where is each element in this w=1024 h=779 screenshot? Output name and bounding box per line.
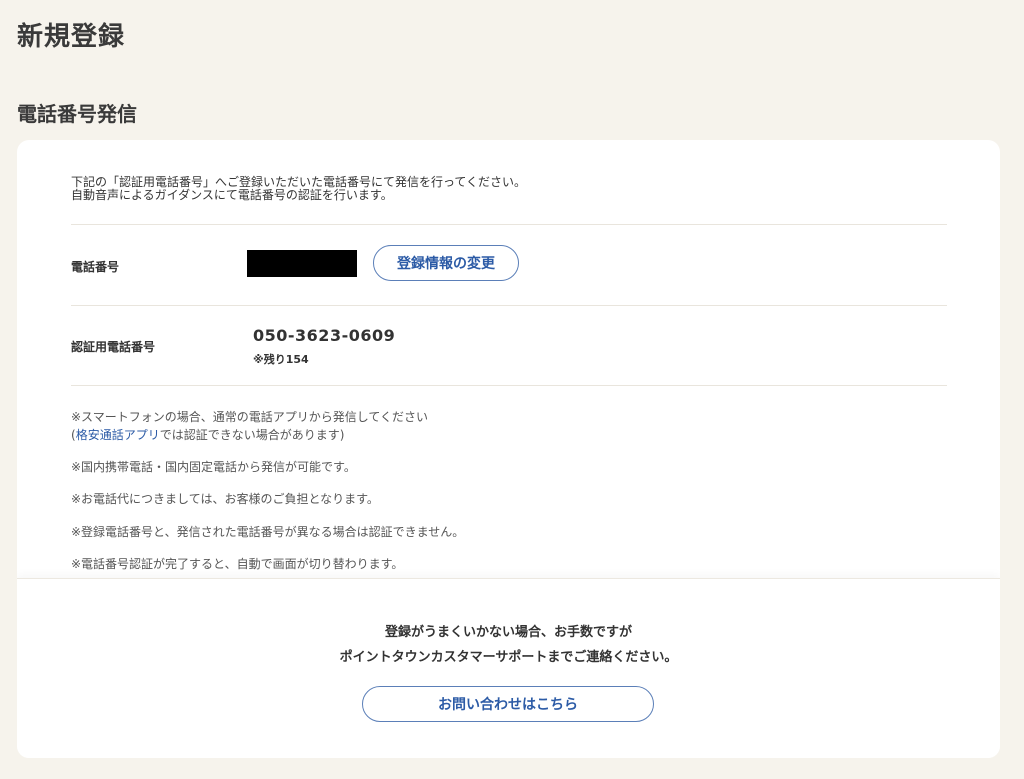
- divider: [71, 305, 947, 306]
- change-registration-button[interactable]: 登録情報の変更: [373, 245, 519, 281]
- note-smartphone-line-1: ※スマートフォンの場合、通常の電話アプリから発信してください: [71, 410, 428, 424]
- support-text-line-2: ポイントタウンカスタマーサポートまでご連絡ください。: [339, 650, 678, 665]
- note-smartphone-line-2: (格安通話アプリでは認証できない場合があります): [71, 426, 428, 444]
- budget-call-app-link[interactable]: 格安通話アプリ: [76, 428, 160, 442]
- support-text-line-1: 登録がうまくいかない場合、お手数ですが: [384, 625, 632, 640]
- phone-number-label: 電話番号: [71, 260, 120, 274]
- note-app-suffix: では認証できない場合があります): [159, 428, 345, 442]
- auth-phone-number-label: 認証用電話番号: [71, 340, 156, 354]
- intro-line-2: 自動音声によるガイダンスにて電話番号の認証を行います。: [71, 188, 393, 202]
- phone-verification-card: 下記の「認証用電話番号」へご登録いただいた電話番号にて発信を行ってください。 自…: [17, 140, 1000, 758]
- remaining-count: ※残り154: [253, 353, 309, 366]
- note-mismatch: ※登録電話番号と、発信された電話番号が異なる場合は認証できません。: [71, 525, 465, 539]
- intro-text: 下記の「認証用電話番号」へご登録いただいた電話番号にて発信を行ってください。 自…: [71, 176, 526, 202]
- section-title: 電話番号発信: [17, 102, 137, 126]
- auth-phone-number: 050-3623-0609: [253, 326, 396, 345]
- contact-us-button[interactable]: お問い合わせはこちら: [362, 686, 654, 722]
- note-charges: ※お電話代につきましては、お客様のご負担となります。: [71, 492, 379, 506]
- note-auto-switch: ※電話番号認証が完了すると、自動で画面が切り替わります。: [71, 557, 404, 571]
- note-smartphone: ※スマートフォンの場合、通常の電話アプリから発信してください (格安通話アプリで…: [71, 408, 428, 444]
- page-title: 新規登録: [17, 22, 126, 52]
- divider: [71, 385, 947, 386]
- support-section: 登録がうまくいかない場合、お手数ですが ポイントタウンカスタマーサポートまでご連…: [17, 578, 1000, 758]
- divider: [71, 224, 947, 225]
- note-domestic: ※国内携帯電話・国内固定電話から発信が可能です。: [71, 460, 356, 474]
- masked-phone-number: [247, 250, 357, 277]
